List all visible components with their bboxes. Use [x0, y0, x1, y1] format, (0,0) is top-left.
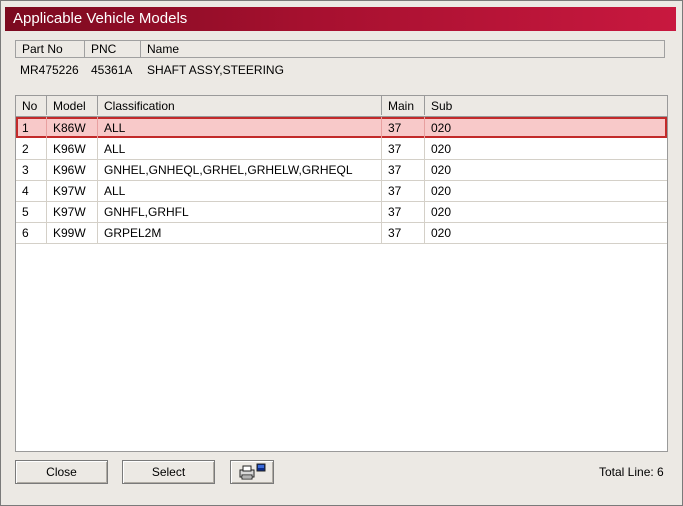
cell-classification: GNHEL,GNHEQL,GRHEL,GRHELW,GRHEQL	[98, 159, 382, 180]
cell-no: 4	[16, 180, 47, 201]
table-row[interactable]: 4 K97W ALL 37 020	[16, 180, 667, 202]
cell-classification: ALL	[98, 117, 382, 138]
print-button[interactable]	[230, 460, 274, 484]
cell-main: 37	[382, 138, 425, 159]
cell-main: 37	[382, 117, 425, 138]
cell-classification: ALL	[98, 180, 382, 201]
cell-main: 37	[382, 180, 425, 201]
column-header-no[interactable]: No	[16, 96, 47, 115]
cell-main: 37	[382, 201, 425, 222]
table-row[interactable]: 2 K96W ALL 37 020	[16, 138, 667, 160]
name-value: SHAFT ASSY,STEERING	[147, 63, 284, 77]
part-info-panel: Part No PNC Name MR475226 45361A SHAFT A…	[15, 40, 665, 90]
cell-no: 1	[16, 117, 47, 138]
cell-model: K96W	[47, 138, 98, 159]
cell-sub: 020	[431, 226, 452, 240]
cell-main: 37	[382, 159, 425, 180]
cell-sub: 020	[431, 205, 452, 219]
pnc-value: 45361A	[91, 63, 133, 77]
column-header-classification[interactable]: Classification	[98, 96, 382, 115]
part-no-header: Part No	[16, 41, 85, 57]
cell-model: K96W	[47, 159, 98, 180]
column-header-main[interactable]: Main	[382, 96, 425, 115]
cell-model: K99W	[47, 222, 98, 243]
cell-model: K86W	[47, 117, 98, 138]
name-header: Name	[147, 42, 180, 56]
table-row[interactable]: 1 K86W ALL 37 020	[16, 117, 667, 138]
total-line-label: Total Line: 6	[599, 465, 664, 479]
cell-no: 5	[16, 201, 47, 222]
cell-no: 3	[16, 159, 47, 180]
printer-icon	[239, 463, 266, 480]
cell-no: 2	[16, 138, 47, 159]
cell-sub: 020	[431, 142, 452, 156]
cell-classification: GNHFL,GRHFL	[98, 201, 382, 222]
cell-main: 37	[382, 222, 425, 243]
cell-sub: 020	[431, 121, 452, 135]
cell-classification: ALL	[98, 138, 382, 159]
column-header-model[interactable]: Model	[47, 96, 98, 115]
cell-sub: 020	[431, 163, 452, 177]
table-row[interactable]: 3 K96W GNHEL,GNHEQL,GRHEL,GRHELW,GRHEQL …	[16, 159, 667, 181]
pnc-header: PNC	[85, 41, 141, 57]
column-header-sub[interactable]: Sub	[425, 96, 667, 115]
cell-no: 6	[16, 222, 47, 243]
window-title: Applicable Vehicle Models	[5, 7, 676, 31]
cell-sub: 020	[431, 184, 452, 198]
table-header: No Model Classification Main Sub	[16, 96, 667, 117]
select-button[interactable]: Select	[122, 460, 215, 484]
part-info-header: Part No PNC Name	[15, 40, 665, 58]
cell-model: K97W	[47, 201, 98, 222]
table-row[interactable]: 5 K97W GNHFL,GRHFL 37 020	[16, 201, 667, 223]
cell-model: K97W	[47, 180, 98, 201]
close-button[interactable]: Close	[15, 460, 108, 484]
vehicle-models-table[interactable]: No Model Classification Main Sub 1 K86W …	[15, 95, 668, 452]
applicable-vehicle-models-dialog: Applicable Vehicle Models Part No PNC Na…	[0, 0, 683, 506]
table-row[interactable]: 6 K99W GRPEL2M 37 020	[16, 222, 667, 244]
cell-classification: GRPEL2M	[98, 222, 382, 243]
part-no-value: MR475226	[20, 63, 79, 77]
